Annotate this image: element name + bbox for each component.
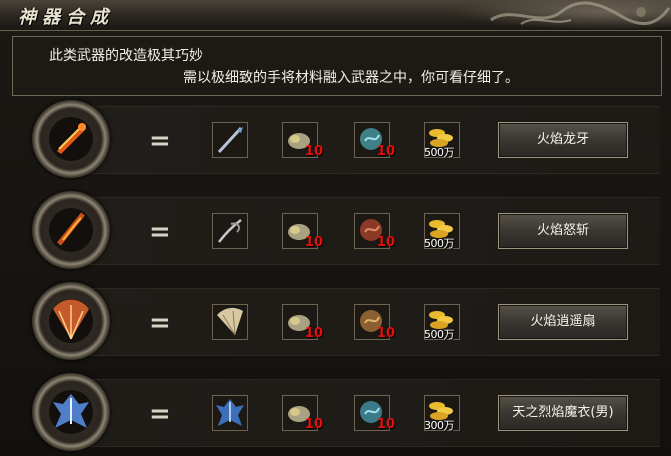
material-quantity: 10 bbox=[376, 417, 395, 432]
material-quantity: 10 bbox=[304, 235, 323, 250]
material-slot-ore[interactable]: 10 bbox=[282, 213, 323, 250]
equals-sign: = bbox=[149, 126, 171, 156]
weapon-slot[interactable] bbox=[212, 395, 248, 431]
description-line-2: 需以极细致的手将材料融入武器之中，你可看仔细了。 bbox=[183, 70, 519, 86]
synthesis-window: 神器合成 此类武器的改造极其巧妙 需以极细致的手将材料融入武器之中，你可看仔细了… bbox=[0, 0, 671, 456]
dragon-fang-icon bbox=[217, 126, 243, 154]
flame-wrath-blade-icon[interactable] bbox=[49, 208, 93, 252]
material-quantity: 10 bbox=[304, 144, 323, 159]
synthesize-button[interactable]: 火焰逍遥扇 bbox=[498, 304, 628, 340]
equals-sign: = bbox=[149, 399, 171, 429]
material-quantity: 10 bbox=[304, 417, 323, 432]
flame-dragon-fang-icon[interactable] bbox=[49, 117, 93, 161]
material-slot-gem[interactable]: 10 bbox=[354, 304, 395, 341]
material-quantity: 10 bbox=[376, 144, 395, 159]
description-box: 此类武器的改造极其巧妙 需以极细致的手将材料融入武器之中，你可看仔细了。 bbox=[12, 36, 662, 96]
title-bar[interactable]: 神器合成 bbox=[0, 0, 671, 31]
equals-sign: = bbox=[149, 217, 171, 247]
flame-fan-icon[interactable] bbox=[49, 299, 93, 343]
equals-sign: = bbox=[149, 308, 171, 338]
wrath-blade-icon bbox=[218, 219, 242, 243]
material-slot-gem[interactable]: 10 bbox=[354, 213, 395, 250]
result-medallion bbox=[32, 191, 110, 269]
material-quantity: 10 bbox=[304, 326, 323, 341]
fan-icon bbox=[217, 307, 243, 336]
material-slot-ore[interactable]: 10 bbox=[282, 395, 323, 432]
recipe-row: = 10 10 500万 火焰逍遥扇 bbox=[12, 282, 660, 360]
description-line-1: 此类武器的改造极其巧妙 bbox=[49, 48, 203, 64]
gold-cost: 300万 bbox=[424, 419, 455, 432]
result-medallion bbox=[32, 282, 110, 360]
material-slot-gem[interactable]: 10 bbox=[354, 395, 395, 432]
material-slot-gem[interactable]: 10 bbox=[354, 122, 395, 159]
recipe-row: = 10 10 300万 天之烈焰魔衣(男) bbox=[12, 373, 660, 451]
recipe-row: = 10 10 500万 火焰龙牙 bbox=[12, 100, 660, 178]
synthesize-button[interactable]: 火焰龙牙 bbox=[498, 122, 628, 158]
result-medallion bbox=[32, 100, 110, 178]
weapon-slot[interactable] bbox=[212, 122, 248, 158]
result-medallion bbox=[32, 373, 110, 451]
recipe-row: = 10 10 500万 火焰怒斩 bbox=[12, 191, 660, 269]
material-slot-ore[interactable]: 10 bbox=[282, 122, 323, 159]
window-title: 神器合成 bbox=[18, 7, 114, 28]
synthesize-button[interactable]: 天之烈焰魔衣(男) bbox=[498, 395, 628, 431]
robe-icon bbox=[216, 399, 244, 426]
material-slot-ore[interactable]: 10 bbox=[282, 304, 323, 341]
gold-cost: 500万 bbox=[424, 146, 455, 159]
gold-slot[interactable]: 500万 bbox=[424, 122, 460, 159]
synthesize-button[interactable]: 火焰怒斩 bbox=[498, 213, 628, 249]
material-quantity: 10 bbox=[376, 235, 395, 250]
heaven-flame-robe-icon[interactable] bbox=[49, 390, 93, 434]
gold-cost: 500万 bbox=[424, 328, 455, 341]
gold-slot[interactable]: 500万 bbox=[424, 213, 460, 250]
weapon-slot[interactable] bbox=[212, 304, 248, 340]
weapon-slot[interactable] bbox=[212, 213, 248, 249]
gold-slot[interactable]: 300万 bbox=[424, 395, 460, 432]
gold-slot[interactable]: 500万 bbox=[424, 304, 460, 341]
dragon-ornament-icon bbox=[451, 0, 671, 30]
material-quantity: 10 bbox=[376, 326, 395, 341]
gold-cost: 500万 bbox=[424, 237, 455, 250]
